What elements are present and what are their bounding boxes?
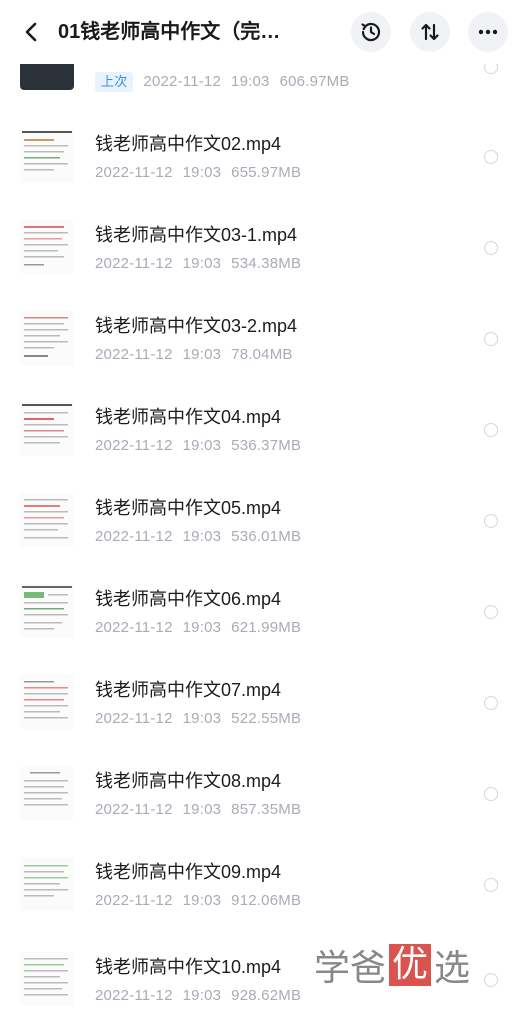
video-thumbnail: [20, 311, 74, 365]
history-button[interactable]: [351, 12, 391, 52]
video-thumbnail: [20, 584, 74, 638]
select-radio[interactable]: [484, 787, 498, 801]
file-name: 钱老师高中作文02.mp4: [95, 134, 282, 154]
chevron-left-icon: [25, 22, 37, 42]
video-thumbnail: [20, 493, 74, 547]
watermark-text-1: 学爸: [314, 948, 387, 989]
sort-icon: [421, 23, 439, 41]
list-item[interactable]: 钱老师高中作文02.mp4 2022-11-12 19:03 655.97MB: [0, 111, 529, 202]
file-meta: 2022-11-12 19:03 621.99MB: [95, 619, 302, 636]
file-name: 钱老师高中作文03-1.mp4: [95, 225, 298, 245]
list-item[interactable]: 钱老师高中作文08.mp4 2022-11-12 19:03 857.35MB: [0, 748, 529, 839]
video-thumbnail: [20, 952, 74, 1006]
file-meta: 2022-11-12 19:03 928.62MB: [95, 987, 302, 1004]
select-radio[interactable]: [484, 878, 498, 892]
select-radio[interactable]: [484, 423, 498, 437]
video-thumbnail: [20, 220, 74, 274]
file-meta: 2022-11-12 19:03 536.37MB: [95, 437, 302, 454]
select-radio[interactable]: [484, 332, 498, 346]
back-button[interactable]: [18, 18, 46, 46]
list-item[interactable]: 钱老师高中作文05.mp4 2022-11-12 19:03 536.01MB: [0, 475, 529, 566]
file-name: 钱老师高中作文06.mp4: [95, 589, 282, 609]
list-item[interactable]: 钱老师高中作文04.mp4 2022-11-12 19:03 536.37MB: [0, 384, 529, 475]
file-meta: 2022-11-12 19:03 78.04MB: [95, 346, 293, 363]
select-radio[interactable]: [484, 150, 498, 164]
file-meta: 2022-11-12 19:03 522.55MB: [95, 710, 302, 727]
clock-history-icon: [361, 22, 381, 42]
select-radio[interactable]: [484, 605, 498, 619]
file-meta: 2022-11-12 19:03 536.01MB: [95, 528, 302, 545]
more-icon: [478, 29, 498, 35]
page-title: 01钱老师高中作文（完…: [58, 21, 281, 43]
file-name: 钱老师高中作文04.mp4: [95, 407, 282, 427]
select-radio[interactable]: [484, 973, 498, 987]
file-name: 钱老师高中作文08.mp4: [95, 771, 282, 791]
video-thumbnail: [20, 675, 74, 729]
file-meta: 2022-11-12 19:03 534.38MB: [95, 255, 302, 272]
more-button[interactable]: [468, 12, 508, 52]
file-name: 钱老师高中作文05.mp4: [95, 498, 282, 518]
list-item[interactable]: 钱老师高中作文03-2.mp4 2022-11-12 19:03 78.04MB: [0, 293, 529, 384]
list-item[interactable]: 钱老师高中作文07.mp4 2022-11-12 19:03 522.55MB: [0, 657, 529, 748]
list-item[interactable]: 钱老师高中作文03-1.mp4 2022-11-12 19:03 534.38MB: [0, 202, 529, 293]
file-meta: 2022-11-12 19:03 655.97MB: [95, 164, 302, 181]
select-radio[interactable]: [484, 696, 498, 710]
file-name: 钱老师高中作文07.mp4: [95, 680, 282, 700]
video-thumbnail: [20, 857, 74, 911]
watermark-text-2: 优: [389, 944, 432, 986]
file-meta: 2022-11-12 19:03 912.06MB: [95, 892, 302, 909]
video-thumbnail: [20, 766, 74, 820]
select-radio[interactable]: [484, 514, 498, 528]
video-thumbnail: [20, 129, 74, 183]
last-viewed-badge: 上次: [95, 72, 134, 92]
watermark-text-3: 选: [434, 948, 471, 989]
file-name: 钱老师高中作文10.mp4: [95, 957, 282, 977]
sort-button[interactable]: [410, 12, 450, 52]
file-name: 钱老师高中作文03-2.mp4: [95, 316, 298, 336]
top-bar: 01钱老师高中作文（完…: [0, 0, 529, 64]
watermark: 学爸优选: [314, 940, 470, 990]
file-name: 钱老师高中作文09.mp4: [95, 862, 282, 882]
file-meta: 2022-11-12 19:03 857.35MB: [95, 801, 302, 818]
list-item[interactable]: 钱老师高中作文06.mp4 2022-11-12 19:03 621.99MB: [0, 566, 529, 657]
list-item[interactable]: 钱老师高中作文09.mp4 2022-11-12 19:03 912.06MB: [0, 839, 529, 930]
select-radio[interactable]: [484, 241, 498, 255]
file-meta: 上次 2022-11-12 19:03 606.97MB: [95, 72, 360, 92]
video-thumbnail: [20, 402, 74, 456]
